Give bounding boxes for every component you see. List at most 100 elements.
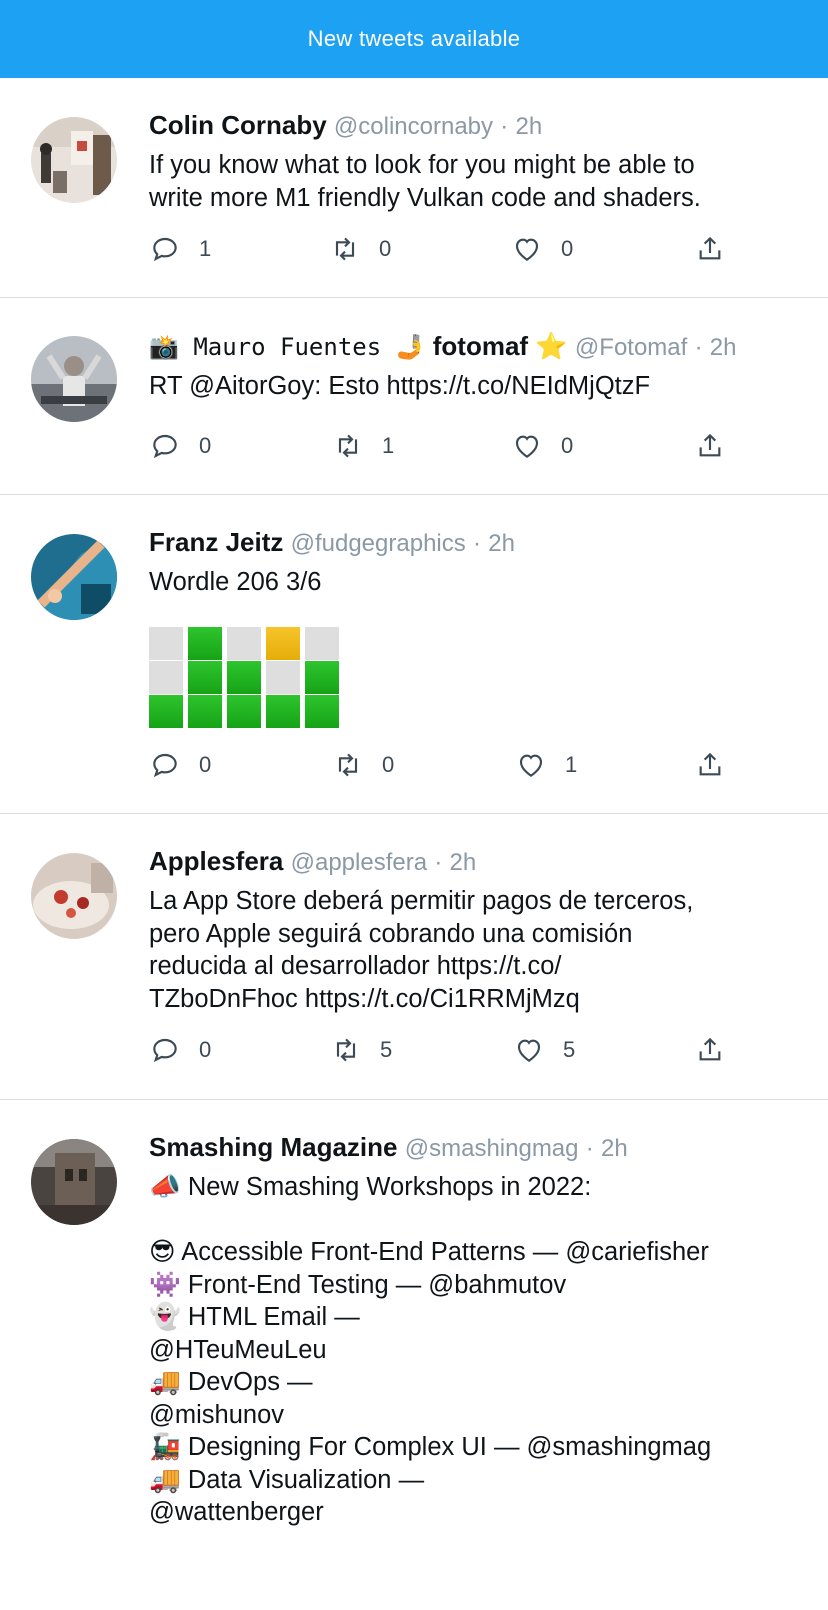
- tweet-header: Applesfera @applesfera · 2h: [149, 845, 788, 879]
- tweet-header: Colin Cornaby @colincornaby · 2h: [149, 109, 788, 143]
- reply-icon: [153, 1038, 177, 1063]
- retweet-count: 1: [382, 433, 395, 458]
- separator-dot: ·: [472, 530, 481, 557]
- reply-icon: [153, 237, 177, 262]
- wordle-cell-gray: [149, 660, 183, 694]
- timestamp[interactable]: 2h: [710, 334, 737, 361]
- wordle-cell-green: [188, 626, 222, 660]
- wordle-cell-green: [188, 660, 222, 694]
- share-button[interactable]: [694, 745, 726, 785]
- wordle-cell-green: [305, 694, 339, 728]
- reply-count: 0: [199, 752, 212, 777]
- tweet[interactable]: Smashing Magazine @smashingmag · 2h 📣 Ne…: [0, 1100, 828, 1610]
- avatar[interactable]: [31, 117, 117, 203]
- avatar[interactable]: [31, 534, 117, 620]
- tweet-text: La App Store deberá permitir pagos de te…: [149, 887, 694, 1013]
- wordle-cell-gray: [227, 626, 261, 660]
- like-button[interactable]: 5: [513, 1030, 575, 1070]
- tweet[interactable]: Applesfera @applesfera · 2h La App Store…: [0, 814, 828, 1100]
- tweet-actions: 0 1 0: [149, 426, 739, 466]
- wordle-cell-green: [305, 660, 339, 694]
- display-name[interactable]: Colin Cornaby: [149, 110, 327, 140]
- like-button[interactable]: 1: [515, 745, 577, 785]
- display-name[interactable]: Franz Jeitz: [149, 527, 283, 557]
- retweet-icon: [335, 237, 355, 261]
- display-name[interactable]: fotomaf: [433, 331, 528, 361]
- share-icon: [699, 433, 721, 457]
- share-icon: [699, 236, 721, 260]
- wordle-cell-gray: [149, 626, 183, 660]
- tweet-actions: 1 0 0: [149, 229, 739, 269]
- user-handle[interactable]: @smashingmag: [405, 1135, 579, 1162]
- reply-button[interactable]: 0: [149, 745, 211, 785]
- wordle-cell-gray: [266, 660, 300, 694]
- retweet-button[interactable]: 0: [329, 229, 391, 269]
- wordle-cell-green: [227, 694, 261, 728]
- avatar[interactable]: [31, 1139, 117, 1225]
- new-tweets-banner[interactable]: New tweets available: [0, 0, 828, 78]
- reply-icon: [153, 753, 177, 778]
- wordle-cell-green: [266, 694, 300, 728]
- reply-button[interactable]: 1: [149, 229, 211, 269]
- like-button[interactable]: 0: [511, 229, 573, 269]
- wordle-cell-green: [188, 694, 222, 728]
- reply-button[interactable]: 0: [149, 426, 211, 466]
- retweet-count: 0: [379, 236, 392, 261]
- tweet[interactable]: Colin Cornaby @colincornaby · 2h If you …: [0, 78, 828, 298]
- user-handle[interactable]: @applesfera: [291, 849, 427, 876]
- new-tweets-label: New tweets available: [307, 26, 521, 51]
- share-button[interactable]: [694, 229, 726, 269]
- timestamp[interactable]: 2h: [450, 849, 477, 876]
- retweet-icon: [336, 1038, 356, 1062]
- share-button[interactable]: [694, 426, 726, 466]
- tweet-feed: Colin Cornaby @colincornaby · 2h If you …: [0, 78, 828, 1610]
- heart-icon: [515, 238, 539, 261]
- tweet-text: RT @AitorGoy: Esto https://t.co/NEIdMjQt…: [149, 372, 651, 400]
- reply-button[interactable]: 0: [149, 1030, 211, 1070]
- avatar[interactable]: [31, 853, 117, 939]
- share-icon: [699, 752, 721, 776]
- retweet-icon: [338, 434, 358, 458]
- display-name-suffix: ⭐: [535, 331, 568, 361]
- tweet-header: Franz Jeitz @fudgegraphics · 2h: [149, 526, 788, 560]
- separator-dot: ·: [434, 849, 443, 876]
- tweet[interactable]: 📸 𝙼𝚊𝚞𝚛𝚘 𝙵𝚞𝚎𝚗𝚝𝚎𝚜 🤳 fotomaf ⭐ @Fotomaf · 2…: [0, 298, 828, 495]
- retweet-count: 5: [380, 1037, 393, 1062]
- user-handle[interactable]: @Fotomaf: [575, 334, 687, 361]
- like-count: 5: [563, 1037, 576, 1062]
- tweet[interactable]: Franz Jeitz @fudgegraphics · 2h Wordle 2…: [0, 495, 828, 814]
- reply-count: 0: [199, 1037, 212, 1062]
- display-name-prefix[interactable]: 📸 𝙼𝚊𝚞𝚛𝚘 𝙵𝚞𝚎𝚗𝚝𝚎𝚜 🤳: [149, 333, 426, 361]
- user-handle[interactable]: @colincornaby: [334, 113, 493, 140]
- wordle-cell-yellow: [266, 626, 300, 660]
- avatar[interactable]: [31, 336, 117, 422]
- display-name[interactable]: Smashing Magazine: [149, 1132, 398, 1162]
- timestamp[interactable]: 2h: [488, 530, 515, 557]
- display-name[interactable]: Applesfera: [149, 846, 283, 876]
- retweet-button[interactable]: 1: [332, 426, 394, 466]
- timestamp[interactable]: 2h: [515, 113, 542, 140]
- like-count: 0: [561, 236, 574, 261]
- tweet-actions: 0 0 1: [149, 745, 739, 785]
- retweet-button[interactable]: 5: [330, 1030, 392, 1070]
- tweet-header: 📸 𝙼𝚊𝚞𝚛𝚘 𝙵𝚞𝚎𝚗𝚝𝚎𝚜 🤳 fotomaf ⭐ @Fotomaf · 2…: [149, 330, 788, 364]
- tweet-header: Smashing Magazine @smashingmag · 2h: [149, 1131, 788, 1165]
- like-button[interactable]: 0: [511, 426, 573, 466]
- separator-dot: ·: [585, 1135, 594, 1162]
- like-count: 0: [561, 433, 574, 458]
- wordle-cell-green: [227, 660, 261, 694]
- reply-count: 1: [199, 236, 212, 261]
- timestamp[interactable]: 2h: [601, 1135, 628, 1162]
- user-handle[interactable]: @fudgegraphics: [291, 530, 466, 557]
- heart-icon: [517, 1039, 541, 1062]
- tweet-text: Wordle 206 3/6: [149, 568, 322, 596]
- reply-count: 0: [199, 433, 212, 458]
- tweet-actions: 0 5 5: [149, 1030, 739, 1070]
- heart-icon: [515, 435, 539, 458]
- retweet-count: 0: [382, 752, 395, 777]
- retweet-button[interactable]: 0: [332, 745, 394, 785]
- tweet-text: 📣 New Smashing Workshops in 2022: 😎 Acce…: [149, 1173, 712, 1526]
- share-icon: [699, 1037, 721, 1061]
- wordle-cell-green: [149, 694, 183, 728]
- share-button[interactable]: [694, 1030, 726, 1070]
